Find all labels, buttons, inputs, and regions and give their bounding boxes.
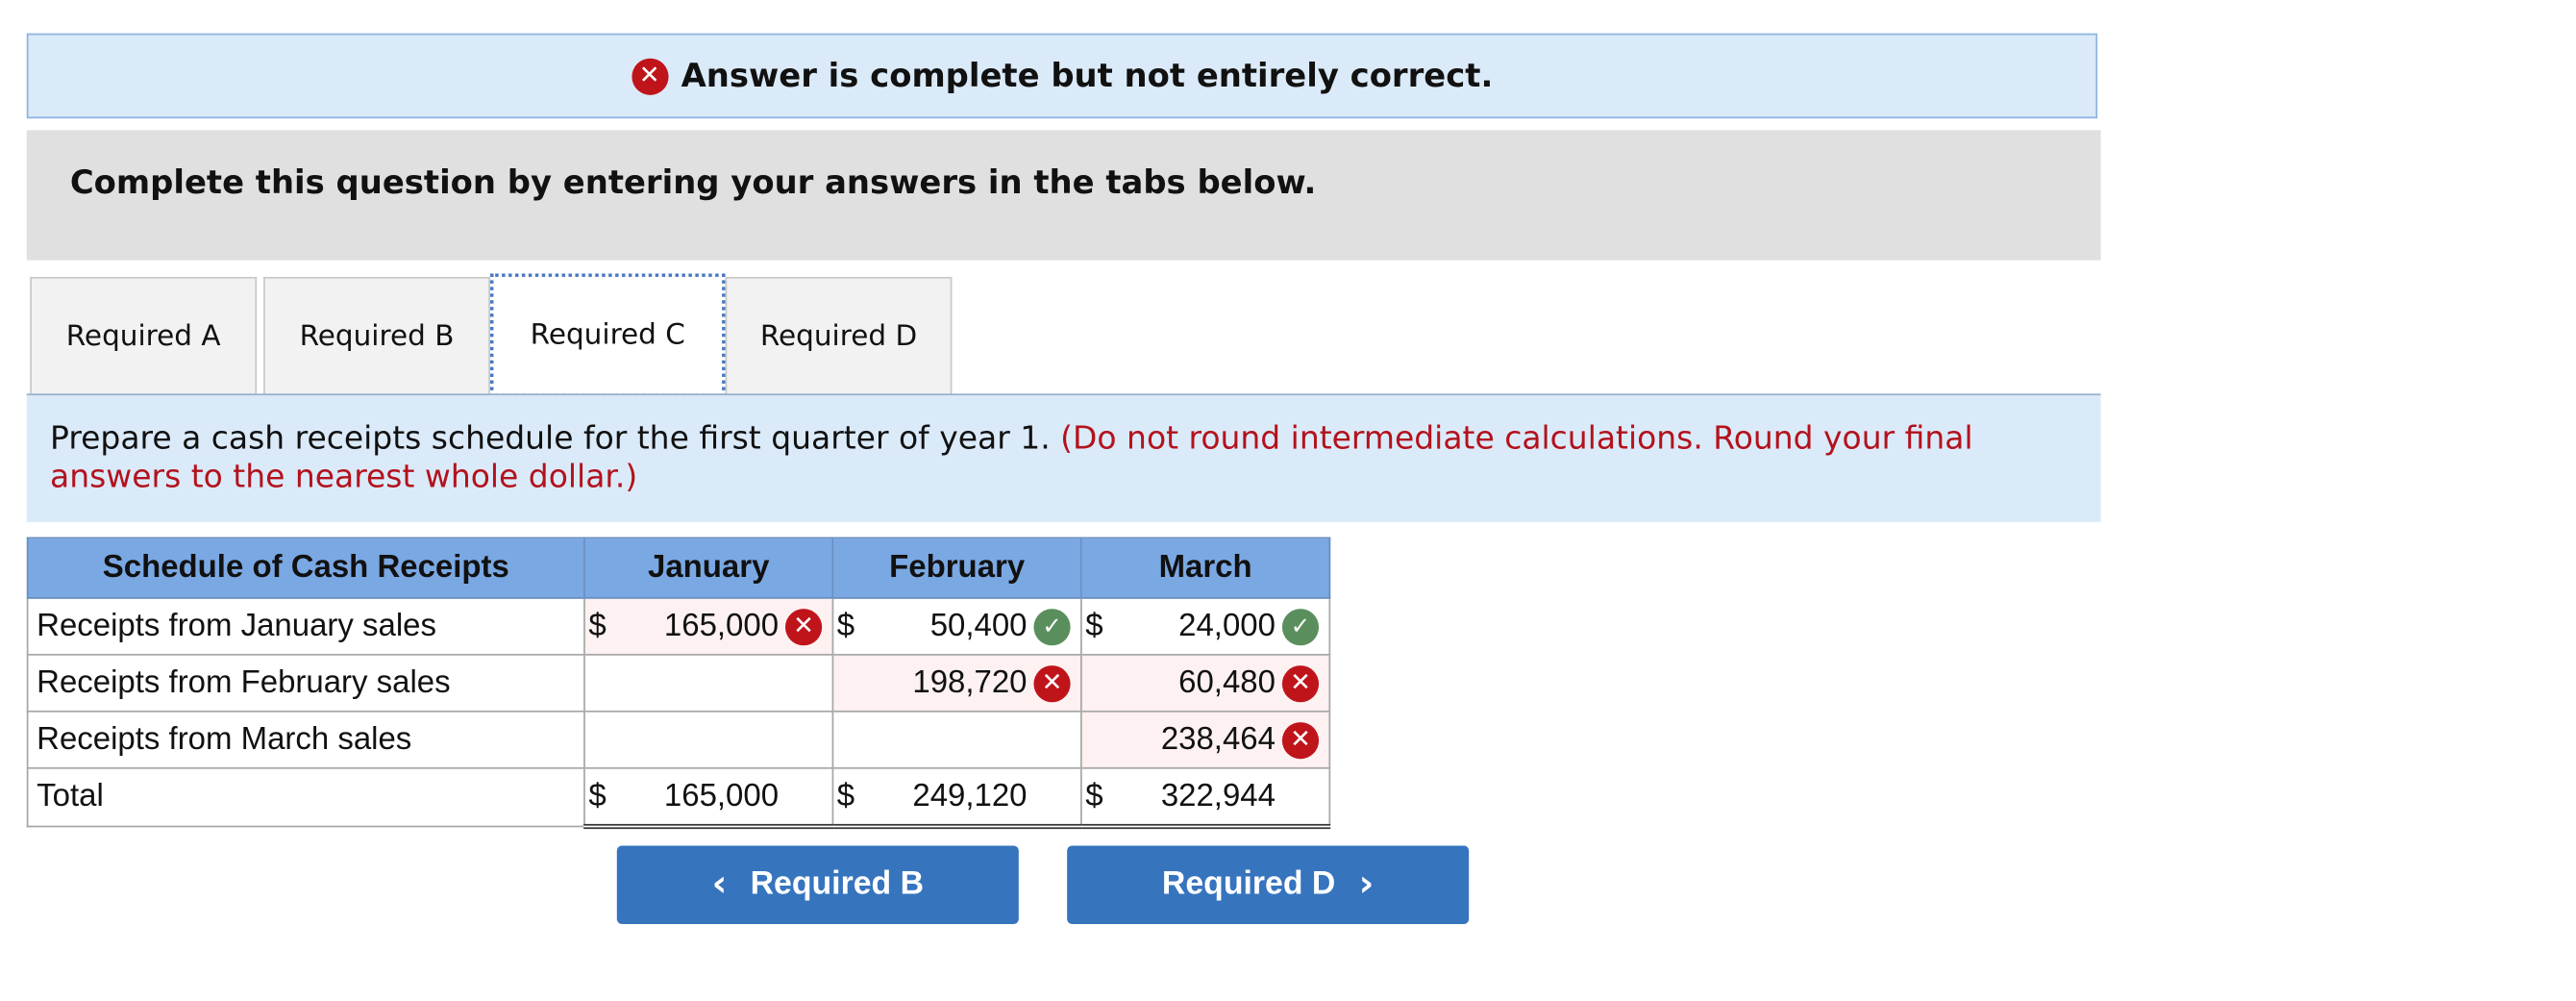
cell-value: 249,120	[912, 778, 1028, 813]
cell-value: 198,720	[912, 664, 1028, 700]
dollar-sign: $	[836, 608, 855, 643]
question-prompt: Prepare a cash receipts schedule for the…	[26, 393, 2101, 522]
header-march: March	[1080, 537, 1331, 599]
check-circle-icon: ✓	[1281, 608, 1320, 645]
result-banner: ✕ Answer is complete but not entirely co…	[26, 33, 2098, 119]
answer-cell[interactable]	[583, 653, 834, 713]
x-circle-icon: ✕	[1281, 664, 1320, 702]
cell-content	[585, 713, 832, 767]
cell-value: 165,000	[663, 778, 780, 813]
tab-label: Required B	[299, 320, 455, 354]
tab-label: Required D	[759, 320, 918, 354]
cell-content	[585, 656, 832, 711]
cell-value: 60,480	[1178, 664, 1276, 700]
mark-slot: ✓	[1033, 608, 1080, 645]
answer-cell[interactable]: $24,000 ✓	[1080, 596, 1331, 656]
answer-cell[interactable]	[831, 710, 1082, 769]
next-button-label: Required D	[1161, 865, 1336, 903]
tab-required-d[interactable]: Required D	[725, 276, 953, 396]
x-circle-icon: ✕	[784, 608, 823, 645]
cell-content: $322,944	[1082, 769, 1329, 824]
cell-content: 60,480 ✕	[1082, 656, 1329, 711]
answer-cell[interactable]: $50,400 ✓	[831, 596, 1082, 656]
cell-value: 238,464	[1160, 721, 1276, 757]
cell-content: 238,464 ✕	[1082, 713, 1329, 767]
dollar-sign: $	[1085, 778, 1103, 813]
instruction-text: Complete this question by entering your …	[69, 163, 1317, 202]
table-row: Total $165,000 $249,120 $322,944	[26, 766, 1331, 830]
cell-content: $24,000 ✓	[1082, 599, 1329, 654]
chevron-right-icon: ›	[1358, 863, 1375, 906]
table-row: Receipts from March sales 238,464 ✕	[26, 710, 1331, 769]
table-header-row: Schedule of Cash Receipts January Februa…	[26, 537, 1331, 599]
answer-cell: $322,944	[1080, 766, 1331, 830]
x-circle-icon: ✕	[1033, 664, 1071, 702]
answer-cell[interactable]: 238,464 ✕	[1080, 710, 1331, 769]
cell-value: 165,000	[663, 608, 780, 643]
header-february: February	[831, 537, 1082, 599]
x-circle-icon: ✕	[631, 57, 668, 95]
header-schedule: Schedule of Cash Receipts	[26, 537, 585, 599]
dollar-sign: $	[836, 778, 855, 813]
cell-value: 322,944	[1160, 778, 1276, 813]
mark-slot: ✓	[1281, 608, 1329, 645]
tab-label: Required A	[65, 320, 221, 354]
cell-content: $165,000 ✕	[585, 599, 832, 654]
answer-cell: $165,000	[583, 766, 834, 830]
cell-value: 50,400	[929, 608, 1028, 643]
check-circle-icon: ✓	[1033, 608, 1071, 645]
tab-required-c[interactable]: Required C	[489, 273, 726, 397]
table-row: Receipts from February sales 198,720 ✕ 60,4…	[26, 653, 1331, 713]
cell-content: 198,720 ✕	[833, 656, 1080, 711]
answer-cell[interactable]: $165,000 ✕	[583, 596, 834, 656]
result-banner-text: Answer is complete but not entirely corr…	[681, 56, 1494, 95]
row-label: Receipts from January sales	[26, 596, 585, 656]
next-required-d-button[interactable]: Required D ›	[1067, 845, 1470, 924]
answer-cell[interactable]: 198,720 ✕	[831, 653, 1082, 713]
mark-slot: ✕	[784, 608, 832, 645]
x-circle-icon: ✕	[1281, 721, 1320, 759]
prompt-text: Prepare a cash receipts schedule for the…	[50, 420, 1051, 458]
answer-cell: $249,120	[831, 766, 1082, 830]
tab-required-a[interactable]: Required A	[30, 276, 258, 396]
cell-content: $50,400 ✓	[833, 599, 1080, 654]
answer-cell[interactable]	[583, 710, 834, 769]
instruction-panel: Complete this question by entering your …	[26, 130, 2101, 261]
cell-content: $165,000	[585, 769, 832, 824]
cash-receipts-table: Schedule of Cash Receipts January Februa…	[26, 537, 1331, 830]
tab-required-b[interactable]: Required B	[263, 276, 490, 396]
cell-content: $249,120	[833, 769, 1080, 824]
dollar-sign: $	[588, 608, 607, 643]
row-label: Receipts from March sales	[26, 710, 585, 769]
mark-slot: ✕	[1281, 721, 1329, 759]
cell-content	[833, 713, 1080, 767]
prev-button-label: Required B	[750, 865, 925, 903]
dollar-sign: $	[1085, 608, 1103, 643]
answer-cell[interactable]: 60,480 ✕	[1080, 653, 1331, 713]
table-row: Receipts from January sales $165,000 ✕ $50,…	[26, 596, 1331, 656]
header-january: January	[583, 537, 834, 599]
mark-slot: ✕	[1281, 664, 1329, 702]
row-label: Total	[26, 766, 585, 828]
mark-slot: ✕	[1033, 664, 1080, 702]
dollar-sign: $	[588, 778, 607, 813]
cell-value: 24,000	[1178, 608, 1276, 643]
chevron-left-icon: ‹	[711, 863, 728, 906]
tab-label: Required C	[530, 318, 685, 353]
prev-required-b-button[interactable]: ‹ Required B	[616, 845, 1019, 924]
row-label: Receipts from February sales	[26, 653, 585, 713]
